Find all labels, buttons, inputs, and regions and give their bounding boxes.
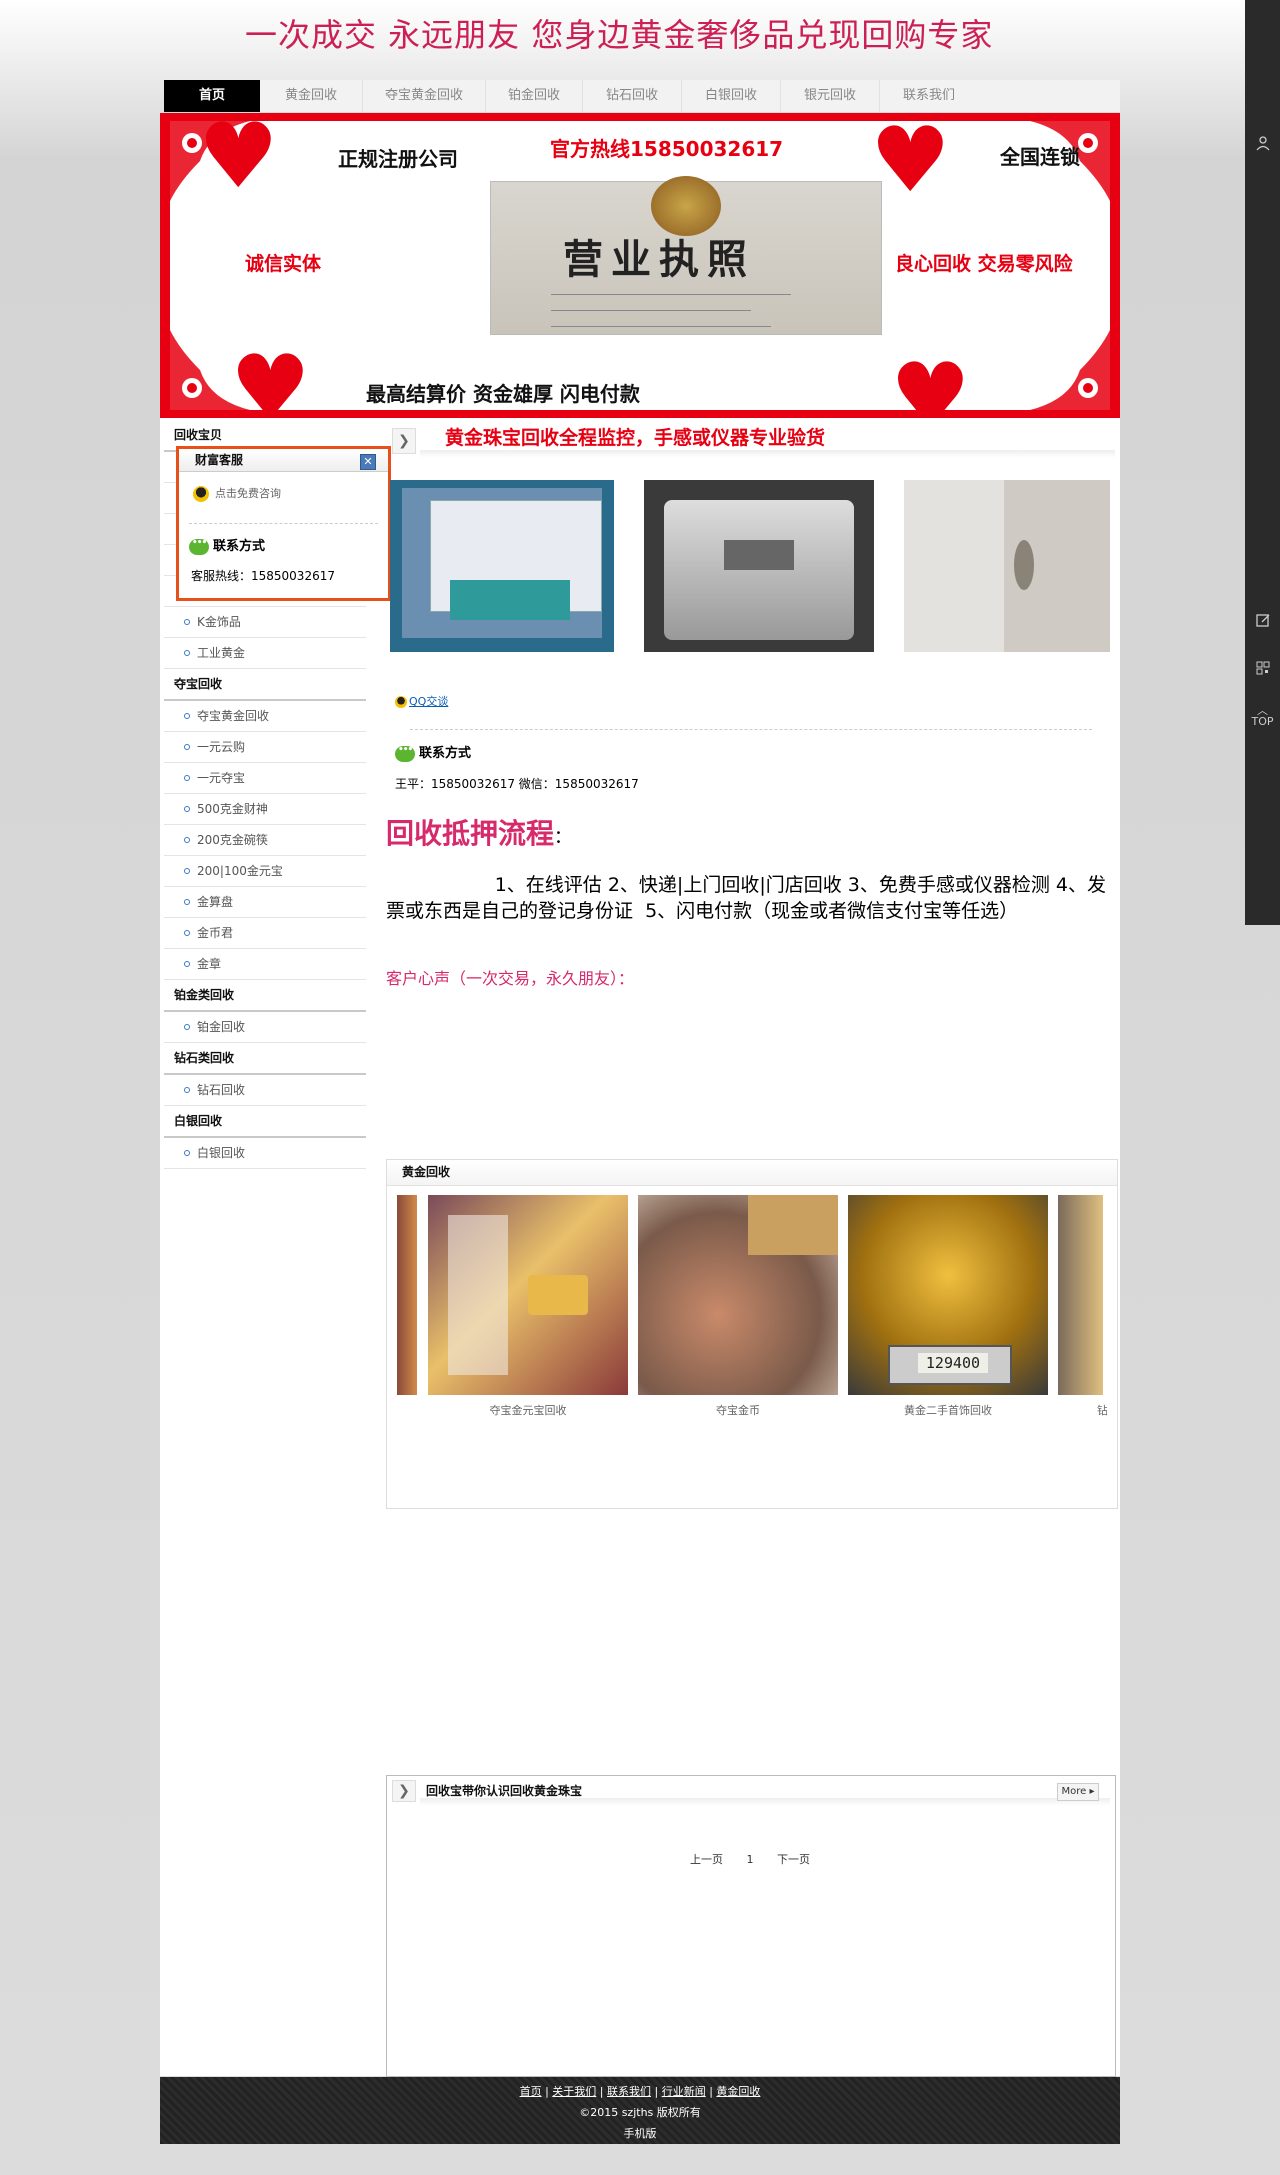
showcase-title: 黄金回收 <box>387 1160 1117 1186</box>
banner-registered: 正规注册公司 <box>338 147 458 171</box>
sidebar-category[interactable]: 钻石类回收 <box>164 1043 366 1075</box>
qq-consult-label: 点击免费咨询 <box>215 487 281 500</box>
license-title: 营业执照 <box>563 236 755 283</box>
contact-title: 联系方式 <box>395 742 471 762</box>
popup-hotline: 客服热线：15850032617 <box>191 569 335 583</box>
ornament-bottom-right <box>1030 330 1110 410</box>
back-to-top-button[interactable]: ︿ TOP <box>1245 705 1280 727</box>
sidebar-category[interactable]: 铂金类回收 <box>164 980 366 1012</box>
prev-page-link[interactable]: 上一页 <box>690 1853 723 1866</box>
scale-readout: 129400 <box>918 1353 988 1373</box>
sidebar-item[interactable]: K金饰品 <box>164 607 366 638</box>
chevron-right-icon: ❯ <box>392 1780 416 1802</box>
sidebar-item[interactable]: 工业黄金 <box>164 638 366 669</box>
caption-ingot[interactable]: 夺宝金元宝回收 <box>428 1402 628 1418</box>
footer-link-contact[interactable]: 联系我们 <box>607 2085 651 2098</box>
footer-link-home[interactable]: 首页 <box>520 2085 542 2098</box>
banner-honest: 诚信实体 <box>245 253 322 275</box>
sidebar-item[interactable]: 铂金回收 <box>164 1012 366 1043</box>
customer-service-popup: 财富客服 ✕ 点击免费咨询 联系方式 客服热线：15850032617 <box>176 446 391 601</box>
heart-icon: ♥ <box>230 336 311 411</box>
next-page-link[interactable]: 下一页 <box>777 1853 810 1866</box>
sidebar-item[interactable]: 500克金财神 <box>164 794 366 825</box>
footer-links: 首页 | 关于我们 | 联系我们 | 行业新闻 | 黄金回收 <box>519 2085 761 2098</box>
process-steps: 1、在线评估 2、快递|上门回收|门店回收 3、免费手感或仪器检测 4、发票或东… <box>386 874 1106 922</box>
qq-icon <box>193 486 209 502</box>
pagination: 上一页 1 下一页 <box>680 1851 820 1867</box>
heart-icon: ♥ <box>198 121 279 209</box>
popup-contact-title: 联系方式 <box>189 535 265 555</box>
gold-coins-image[interactable] <box>638 1195 838 1395</box>
edit-icon[interactable] <box>1245 612 1280 632</box>
nav-platinum[interactable]: 铂金回收 <box>486 80 583 112</box>
page-number[interactable]: 1 <box>747 1853 754 1866</box>
gold-jewelry-scale-image[interactable]: 129400 <box>848 1195 1048 1395</box>
gold-ingot-image[interactable] <box>428 1195 628 1395</box>
nav-duobao-gold[interactable]: 夺宝黄金回收 <box>363 80 486 112</box>
business-license-image: 营业执照 <box>490 176 882 335</box>
content-headline: 黄金珠宝回收全程监控，手感或仪器专业验货 <box>445 427 826 449</box>
popup-title: 财富客服 <box>179 449 388 472</box>
hero-banner: ♥ ♥ ♥ ♥ 正规注册公司 官方热线15850032617 全国连锁 诚信实体… <box>160 113 1120 418</box>
sidebar-category[interactable]: 白银回收 <box>164 1106 366 1138</box>
footer: 首页 | 关于我们 | 联系我们 | 行业新闻 | 黄金回收 ©2015 szj… <box>160 2077 1120 2144</box>
nav-silver[interactable]: 白银回收 <box>682 80 781 112</box>
sidebar-item[interactable]: 200|100金元宝 <box>164 856 366 887</box>
testing-machine-photo <box>644 480 874 652</box>
main-nav: 首页 黄金回收 夺宝黄金回收 铂金回收 钻石回收 白银回收 银元回收 联系我们 <box>164 80 1120 113</box>
user-icon[interactable] <box>1245 135 1280 155</box>
customer-voice-title: 客户心声（一次交易，永久朋友）： <box>386 969 635 988</box>
more-button[interactable]: More ▸ <box>1057 1783 1099 1801</box>
sidebar-item[interactable]: 200克金碗筷 <box>164 825 366 856</box>
chevron-right-icon: ❯ <box>392 428 416 454</box>
footer-link-news[interactable]: 行业新闻 <box>662 2085 706 2098</box>
sidebar-item[interactable]: 钻石回收 <box>164 1075 366 1106</box>
sidebar-item[interactable]: 金章 <box>164 949 366 980</box>
monitor-photo <box>390 480 614 652</box>
sidebar-item[interactable]: 夺宝黄金回收 <box>164 701 366 732</box>
mobile-version-link[interactable]: 手机版 <box>160 2125 1120 2141</box>
nav-home[interactable]: 首页 <box>164 80 260 112</box>
sidebar-category[interactable]: 夺宝回收 <box>164 669 366 701</box>
banner-price: 最高结算价 资金雄厚 闪电付款 <box>366 382 640 406</box>
gold-product-image[interactable] <box>397 1195 417 1395</box>
sidebar-item[interactable]: 一元夺宝 <box>164 763 366 794</box>
chat-bubble-icon <box>189 538 209 555</box>
qq-icon <box>395 696 407 708</box>
gold-showcase: 黄金回收 129400 夺宝金元宝回收 夺宝金币 黄金二手首饰回收 钻 <box>386 1159 1118 1509</box>
footer-link-about[interactable]: 关于我们 <box>552 2085 596 2098</box>
gold-product-image[interactable] <box>1058 1195 1103 1395</box>
caption-jewelry[interactable]: 黄金二手首饰回收 <box>848 1402 1048 1418</box>
caption-coins[interactable]: 夺宝金币 <box>638 1402 838 1418</box>
qq-talk-link[interactable]: QQ交谈 <box>395 693 448 709</box>
banner-chain: 全国连锁 <box>1000 145 1080 169</box>
sidebar-item[interactable]: 白银回收 <box>164 1138 366 1169</box>
banner-conscience: 良心回收 交易零风险 <box>895 253 1073 275</box>
nav-gold[interactable]: 黄金回收 <box>260 80 363 112</box>
qrcode-icon[interactable] <box>1245 660 1280 680</box>
contact-info: 王平：15850032617 微信：15850032617 <box>395 777 639 791</box>
copyright: ©2015 szjths 版权所有 <box>579 2106 701 2119</box>
nav-contact[interactable]: 联系我们 <box>880 80 978 112</box>
sidebar-item[interactable]: 金币君 <box>164 918 366 949</box>
safe-box-photo <box>904 480 1110 652</box>
sidebar-item[interactable]: 金算盘 <box>164 887 366 918</box>
news-box <box>386 1775 1116 2077</box>
qq-consult-link[interactable]: 点击免费咨询 <box>193 485 281 502</box>
chat-bubble-icon <box>395 745 415 762</box>
nav-diamond[interactable]: 钻石回收 <box>583 80 682 112</box>
footer-link-gold[interactable]: 黄金回收 <box>716 2085 760 2098</box>
right-toolbar: ︿ TOP <box>1245 0 1280 925</box>
heart-icon: ♥ <box>890 344 971 411</box>
nav-silver-coin[interactable]: 银元回收 <box>781 80 880 112</box>
site-slogan: 一次成交 永远朋友 您身边黄金奢侈品兑现回购专家 <box>245 16 994 54</box>
close-icon[interactable]: ✕ <box>360 454 376 470</box>
process-title: 回收抵押流程： <box>386 817 573 850</box>
heart-icon: ♥ <box>870 121 951 213</box>
news-title: 回收宝带你认识回收黄金珠宝 <box>426 1784 583 1798</box>
banner-hotline: 官方热线15850032617 <box>550 137 784 161</box>
caption-diamond[interactable]: 钻 <box>1097 1402 1107 1418</box>
sidebar-item[interactable]: 一元云购 <box>164 732 366 763</box>
